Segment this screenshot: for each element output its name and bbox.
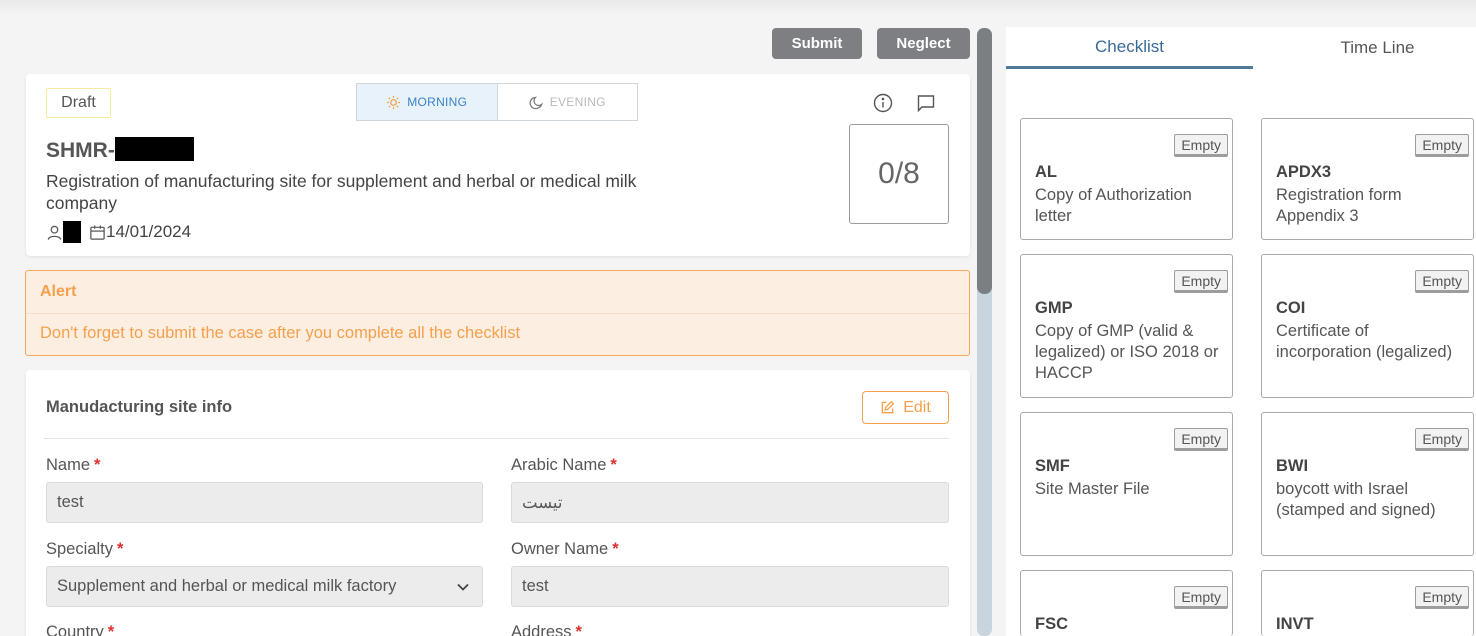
alert-message: Don't forget to submit the case after yo… bbox=[40, 324, 521, 342]
edit-label: Edit bbox=[903, 398, 931, 416]
checklist-code: SMF bbox=[1035, 457, 1070, 475]
specialty-selected-value: Supplement and herbal or medical milk fa… bbox=[57, 577, 397, 595]
checklist-description: Registration form Appendix 3 bbox=[1276, 186, 1402, 225]
address-label: Address * bbox=[511, 623, 582, 636]
name-label-text: Name bbox=[46, 456, 91, 474]
comment-icon[interactable] bbox=[915, 92, 937, 114]
status-badge: Empty bbox=[1174, 586, 1228, 609]
case-title: Registration of manufacturing site for s… bbox=[46, 171, 637, 213]
tab-timeline[interactable]: Time Line bbox=[1254, 27, 1476, 69]
redacted-case-number bbox=[114, 137, 194, 161]
status-badge: Draft bbox=[46, 88, 111, 118]
checklist-item[interactable]: Empty FSC bbox=[1020, 570, 1233, 636]
shift-toggle[interactable]: MORNING EVENING bbox=[356, 83, 638, 121]
address-label-text: Address bbox=[511, 623, 572, 636]
owner-name-field[interactable]: test bbox=[511, 566, 949, 607]
tab-checklist[interactable]: Checklist bbox=[1006, 27, 1253, 69]
checklist-progress: 0/8 bbox=[849, 124, 949, 224]
specialty-label: Specialty * bbox=[46, 540, 123, 559]
checklist-item[interactable]: Empty SMF Site Master File bbox=[1020, 412, 1233, 556]
checklist-description: Copy of Authorization letter bbox=[1035, 186, 1192, 225]
checklist-code: COI bbox=[1276, 299, 1306, 317]
checklist-item[interactable]: Empty AL Copy of Authorization letter bbox=[1020, 118, 1233, 240]
shift-morning-label: MORNING bbox=[407, 95, 468, 109]
status-badge: Empty bbox=[1174, 134, 1228, 157]
status-badge: Empty bbox=[1174, 428, 1228, 451]
arabic-name-label: Arabic Name * bbox=[511, 456, 617, 475]
required-marker: * bbox=[575, 623, 582, 636]
checklist-code: FSC bbox=[1035, 615, 1068, 633]
checklist-code: GMP bbox=[1035, 299, 1073, 317]
checklist-item[interactable]: Empty INVT bbox=[1261, 570, 1474, 636]
arabic-name-label-text: Arabic Name bbox=[511, 456, 607, 474]
name-label: Name * bbox=[46, 456, 100, 475]
specialty-select[interactable]: Supplement and herbal or medical milk fa… bbox=[46, 566, 483, 607]
site-info-card: Manudacturing site info Edit Name * test … bbox=[26, 370, 970, 636]
required-marker: * bbox=[610, 456, 617, 474]
redacted-user-name bbox=[63, 221, 81, 243]
edit-button[interactable]: Edit bbox=[862, 391, 949, 424]
owner-name-label: Owner Name * bbox=[511, 540, 619, 559]
specialty-label-text: Specialty bbox=[46, 540, 113, 558]
case-code: SHMR- bbox=[46, 137, 194, 163]
calendar-icon bbox=[90, 224, 105, 240]
neglect-button[interactable]: Neglect bbox=[877, 28, 970, 59]
checklist-item[interactable]: Empty APDX3 Registration form Appendix 3 bbox=[1261, 118, 1474, 240]
case-header-card: Draft MORNING EVENING SHMR- Registration… bbox=[26, 74, 970, 256]
country-label-text: Country bbox=[46, 623, 104, 636]
owner-name-label-text: Owner Name bbox=[511, 540, 609, 558]
moon-icon bbox=[529, 96, 543, 109]
checklist-code: AL bbox=[1035, 163, 1057, 181]
required-marker: * bbox=[116, 540, 124, 558]
checklist-description: Certificate of incorporation (legalized) bbox=[1276, 322, 1453, 361]
top-shade bbox=[0, 0, 1476, 14]
shift-evening-label: EVENING bbox=[549, 95, 606, 109]
case-date: 14/01/2024 bbox=[106, 222, 192, 241]
shift-morning-option[interactable]: MORNING bbox=[357, 84, 498, 120]
checklist-description: boycott with Israel (stamped and signed) bbox=[1276, 480, 1436, 519]
checklist-item[interactable]: Empty COI Certificate of incorporation (… bbox=[1261, 254, 1474, 398]
shift-evening-option[interactable]: EVENING bbox=[498, 84, 638, 120]
alert-divider bbox=[26, 313, 969, 314]
sun-icon bbox=[387, 95, 401, 109]
case-code-prefix: SHMR- bbox=[46, 139, 115, 162]
alert-title: Alert bbox=[40, 283, 77, 300]
required-marker: * bbox=[612, 540, 619, 558]
status-badge: Empty bbox=[1415, 270, 1469, 293]
case-meta: 14/01/2024 bbox=[46, 221, 191, 243]
status-badge: Empty bbox=[1415, 586, 1469, 609]
required-marker: * bbox=[107, 623, 115, 636]
alert-box: Alert Don't forget to submit the case af… bbox=[25, 270, 970, 356]
user-icon bbox=[47, 225, 62, 240]
info-icon[interactable] bbox=[872, 92, 894, 114]
checklist-description: Copy of GMP (valid & legalized) or ISO 2… bbox=[1035, 322, 1219, 382]
checklist-description: Site Master File bbox=[1035, 480, 1150, 498]
name-field[interactable]: test bbox=[46, 482, 483, 523]
scrollbar-thumb[interactable] bbox=[977, 28, 992, 294]
checklist-code: BWI bbox=[1276, 457, 1309, 475]
status-badge: Empty bbox=[1174, 270, 1228, 293]
status-badge: Empty bbox=[1415, 428, 1469, 451]
section-divider bbox=[44, 438, 949, 439]
country-label: Country * bbox=[46, 623, 114, 636]
edit-icon bbox=[881, 400, 895, 414]
required-marker: * bbox=[94, 456, 101, 474]
checklist-code: INVT bbox=[1276, 615, 1314, 633]
chevron-down-icon bbox=[457, 583, 469, 591]
section-title: Manudacturing site info bbox=[46, 398, 233, 416]
arabic-name-field[interactable]: تيست bbox=[511, 482, 949, 523]
submit-button[interactable]: Submit bbox=[772, 28, 862, 59]
checklist-code: APDX3 bbox=[1276, 163, 1332, 181]
checklist-item[interactable]: Empty BWI boycott with Israel (stamped a… bbox=[1261, 412, 1474, 556]
right-panel: Checklist Time Line Empty AL Copy of Aut… bbox=[1006, 27, 1476, 636]
status-badge: Empty bbox=[1415, 134, 1469, 157]
checklist-item[interactable]: Empty GMP Copy of GMP (valid & legalized… bbox=[1020, 254, 1233, 398]
